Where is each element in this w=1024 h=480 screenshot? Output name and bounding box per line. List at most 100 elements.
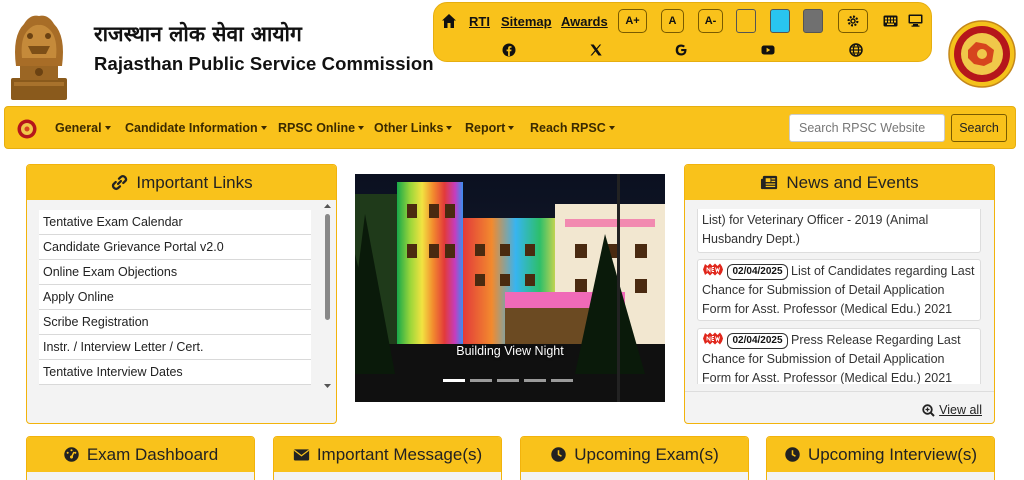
scrollbar-thumb[interactable] — [325, 214, 330, 320]
ashoka-emblem-logo — [11, 15, 67, 100]
news-events-title: News and Events — [786, 172, 919, 192]
link-tentative-interview-dates[interactable]: Tentative Interview Dates — [39, 360, 311, 385]
important-messages-panel: Important Message(s) — [273, 436, 502, 480]
awards-link[interactable]: Awards — [561, 14, 608, 29]
link-scribe-registration[interactable]: Scribe Registration — [39, 310, 311, 335]
image-carousel[interactable]: Building View Night — [355, 174, 665, 402]
link-apply-online[interactable]: Apply Online — [39, 285, 311, 310]
news-item-3[interactable]: 02/04/2025 Press Release Regarding Last … — [697, 328, 981, 384]
carousel-caption: Building View Night — [456, 344, 564, 358]
news-events-header: News and Events — [685, 165, 994, 200]
carousel-indicator-4[interactable] — [524, 379, 546, 382]
home-icon[interactable] — [440, 12, 458, 30]
rpsc-nav-logo-icon[interactable] — [17, 119, 37, 139]
upcoming-interviews-panel: Upcoming Interview(s) — [766, 436, 995, 480]
theme-blue-swatch[interactable] — [770, 9, 790, 33]
rti-link[interactable]: RTI — [469, 14, 490, 29]
news-footer-divider — [685, 391, 994, 392]
search-input[interactable] — [789, 114, 945, 142]
view-all-label: View all — [939, 403, 982, 417]
upcoming-exams-panel: Upcoming Exam(s) — [520, 436, 749, 480]
search-button[interactable]: Search — [951, 114, 1007, 142]
link-online-exam-objections[interactable]: Online Exam Objections — [39, 260, 311, 285]
building-night-image — [355, 174, 665, 402]
news-item-3-date: 02/04/2025 — [727, 333, 788, 349]
youtube-icon[interactable] — [761, 43, 775, 57]
upcoming-exams-header[interactable]: Upcoming Exam(s) — [521, 437, 748, 472]
exam-dashboard-title: Exam Dashboard — [86, 444, 219, 464]
font-increase-button[interactable]: A+ — [618, 9, 647, 33]
important-links-title: Important Links — [136, 172, 253, 192]
nav-other-links[interactable]: Other Links — [374, 121, 453, 135]
scroll-up-icon[interactable] — [323, 202, 332, 210]
links-scrollbar[interactable] — [323, 202, 332, 393]
caret-down-icon — [508, 126, 515, 130]
site-title-hindi: राजस्थान लोक सेवा आयोग — [94, 22, 302, 46]
carousel-indicator-5[interactable] — [551, 379, 573, 382]
important-links-list: Tentative Exam Calendar Candidate Grieva… — [39, 210, 311, 385]
nav-reach-rpsc[interactable]: Reach RPSC — [530, 121, 615, 135]
utility-bar: RTI Sitemap Awards A+ A A- — [433, 2, 932, 62]
settings-button[interactable] — [838, 9, 868, 33]
nav-general-label: General — [55, 121, 102, 135]
important-messages-header[interactable]: Important Message(s) — [274, 437, 501, 472]
search-plus-icon — [922, 403, 935, 417]
monitor-icon[interactable] — [908, 14, 923, 27]
main-navbar: General Candidate Information RPSC Onlin… — [4, 106, 1016, 149]
nav-report[interactable]: Report — [465, 121, 515, 135]
nav-other-links-label: Other Links — [374, 121, 444, 135]
carousel-indicator-1[interactable] — [443, 379, 465, 382]
sitemap-link[interactable]: Sitemap — [501, 14, 552, 29]
new-badge-icon — [703, 263, 723, 276]
nav-rpsc-online[interactable]: RPSC Online — [278, 121, 365, 135]
nav-rpsc-online-label: RPSC Online — [278, 121, 356, 135]
nav-general[interactable]: General — [55, 121, 111, 135]
important-links-panel: Important Links Tentative Exam Calendar … — [26, 164, 337, 424]
link-tentative-exam-calendar[interactable]: Tentative Exam Calendar — [39, 210, 311, 235]
view-all-link[interactable]: View all — [922, 403, 982, 417]
x-twitter-icon[interactable] — [589, 43, 603, 57]
exam-dashboard-panel: Exam Dashboard — [26, 436, 255, 480]
nav-report-label: Report — [465, 121, 506, 135]
news-events-panel: News and Events List) for Veterinary Off… — [684, 164, 995, 424]
keyboard-icon[interactable] — [883, 15, 898, 27]
theme-yellow-swatch[interactable] — [736, 9, 756, 33]
scroll-down-icon[interactable] — [323, 382, 332, 390]
news-item-1[interactable]: List) for Veterinary Officer - 2019 (Ani… — [697, 209, 981, 253]
caret-down-icon — [104, 126, 111, 130]
caret-down-icon — [446, 126, 453, 130]
carousel-indicator-3[interactable] — [497, 379, 519, 382]
caret-down-icon — [260, 126, 267, 130]
upcoming-interviews-header[interactable]: Upcoming Interview(s) — [767, 437, 994, 472]
dashboard-icon — [64, 447, 79, 462]
rpsc-seal-logo — [948, 20, 1016, 88]
google-icon[interactable] — [674, 43, 688, 57]
font-decrease-button[interactable]: A- — [698, 9, 723, 33]
caret-down-icon — [358, 126, 365, 130]
font-normal-button[interactable]: A — [661, 9, 684, 33]
news-item-1-text: List) for Veterinary Officer - 2019 (Ani… — [702, 213, 929, 246]
theme-gray-swatch[interactable] — [803, 9, 823, 33]
news-item-2[interactable]: 02/04/2025 List of Candidates regarding … — [697, 259, 981, 321]
upcoming-interviews-title: Upcoming Interview(s) — [807, 444, 978, 464]
important-links-header: Important Links — [27, 165, 336, 200]
site-title-english: Rajasthan Public Service Commission — [94, 53, 434, 74]
new-badge-icon — [703, 332, 723, 345]
link-icon — [112, 174, 128, 191]
nav-candidate-information[interactable]: Candidate Information — [125, 121, 267, 135]
carousel-indicator-2[interactable] — [470, 379, 492, 382]
gear-icon — [847, 15, 859, 27]
exam-dashboard-header[interactable]: Exam Dashboard — [27, 437, 254, 472]
nav-candidate-information-label: Candidate Information — [125, 121, 258, 135]
link-interview-letter[interactable]: Instr. / Interview Letter / Cert. — [39, 335, 311, 360]
upcoming-exams-title: Upcoming Exam(s) — [574, 444, 719, 464]
caret-down-icon — [608, 126, 615, 130]
link-candidate-grievance-portal[interactable]: Candidate Grievance Portal v2.0 — [39, 235, 311, 260]
carousel-indicators — [443, 379, 573, 382]
clock-icon — [551, 447, 566, 462]
newspaper-icon — [761, 175, 778, 190]
facebook-icon[interactable] — [502, 43, 516, 57]
envelope-icon — [293, 449, 309, 461]
globe-icon[interactable] — [849, 43, 863, 57]
nav-reach-rpsc-label: Reach RPSC — [530, 121, 606, 135]
